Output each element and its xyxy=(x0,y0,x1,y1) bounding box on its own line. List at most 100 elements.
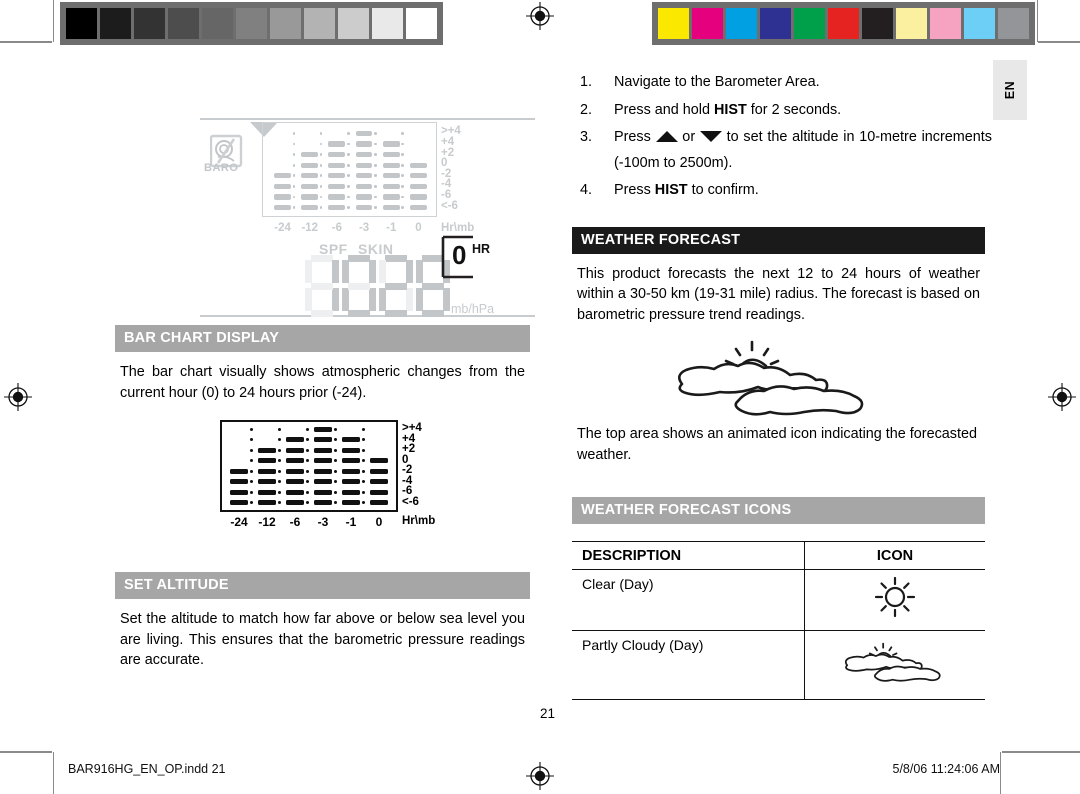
chart-bar-dot xyxy=(305,490,309,494)
color-calibration-strip xyxy=(652,2,1035,45)
chart-bar-segment xyxy=(257,468,277,474)
chart-bar-segment xyxy=(369,479,389,485)
column-header-description: DESCRIPTION xyxy=(572,541,805,571)
chart-bar-dot xyxy=(305,448,309,452)
registration-mark-top xyxy=(526,2,554,30)
lcd-bar-dot xyxy=(401,163,404,167)
lcd-bar-segment xyxy=(355,173,373,179)
lcd-x-label: -3 xyxy=(358,222,370,234)
lcd-x-label: -24 xyxy=(274,222,291,234)
chart-bar-dot xyxy=(277,490,281,494)
lcd-bar-segment xyxy=(355,183,373,190)
chart-bar-segment xyxy=(313,489,333,495)
lcd-bar-segment xyxy=(382,173,400,179)
lcd-bar-segment xyxy=(409,194,427,200)
chart-bar-segment xyxy=(257,458,277,464)
calibration-swatch xyxy=(270,8,301,39)
list-item: 3. Press or to set the altitude in 10-me… xyxy=(572,125,992,176)
chart-bar-segment xyxy=(229,489,249,495)
lcd-bar-segment xyxy=(382,162,400,168)
lcd-bar-dot xyxy=(319,174,323,178)
lcd-bar-segment xyxy=(274,205,291,211)
registration-mark-left xyxy=(4,383,32,411)
grayscale-calibration-strip xyxy=(60,2,443,45)
bar-chart-figure: >+4 +4 +2 0 -2 -4 -6 <-6 -24 -12 -6 -3 -1 0 Hr\mb xyxy=(115,420,530,545)
calibration-swatch xyxy=(236,8,267,39)
footer-timestamp: 5/8/06 11:24:06 AM xyxy=(892,762,1001,776)
chart-bar-dot xyxy=(333,448,337,452)
weather-forecast-heading: WEATHER FORECAST xyxy=(572,226,985,254)
step-text-pre: Press xyxy=(614,129,656,146)
chart-bar-segment xyxy=(229,468,249,474)
chart-bar-segment xyxy=(369,468,389,474)
lcd-bar-segment xyxy=(382,151,400,158)
lcd-bar-segment xyxy=(328,183,346,190)
chart-bar-segment xyxy=(257,489,277,495)
chart-bar-segment xyxy=(285,468,305,474)
chart-bar-segment xyxy=(341,447,361,453)
chart-bar-segment xyxy=(229,479,249,485)
seven-segment-digit xyxy=(305,255,339,317)
lcd-bar-dot xyxy=(346,163,350,167)
bar-chart-display-section: BAR CHART DISPLAY The bar chart visually… xyxy=(115,325,530,403)
lcd-bar-segment xyxy=(382,205,400,211)
row-description: Partly Cloudy (Day) xyxy=(572,630,805,701)
right-column: 1. Navigate to the Barometer Area. 2. Pr… xyxy=(572,70,992,701)
registration-mark-right xyxy=(1048,383,1076,411)
weather-forecast-icons-section: WEATHER FORECAST ICONS DESCRIPTION ICON … xyxy=(572,497,985,701)
arrow-up-icon xyxy=(655,131,678,143)
chart-bar-segment xyxy=(257,500,277,506)
lcd-bar-segment xyxy=(328,162,346,168)
lcd-bar-dot xyxy=(374,174,377,178)
lcd-bar-segment xyxy=(328,151,346,158)
lcd-x-label: -12 xyxy=(301,222,319,234)
chart-x-label: -6 xyxy=(289,515,301,529)
baro-label: BARO xyxy=(204,162,239,174)
lcd-bar-matrix xyxy=(262,122,437,217)
lcd-bar-segment xyxy=(409,205,427,211)
step-text-mid: or xyxy=(677,129,700,146)
lcd-bar-dot xyxy=(374,142,377,146)
lcd-bar-dot xyxy=(401,142,404,146)
lcd-bar-segment xyxy=(328,205,346,211)
step-text: Navigate to the Barometer Area. xyxy=(614,74,820,90)
seven-segment-digit xyxy=(342,255,376,317)
lcd-x-label: -6 xyxy=(331,222,343,234)
lcd-bar-segment xyxy=(355,151,373,158)
sun-behind-clouds-icon xyxy=(844,643,941,683)
chart-bar-dot xyxy=(249,427,253,431)
key-label-hist: HIST xyxy=(714,101,747,118)
chart-bar-dot xyxy=(361,490,365,494)
weather-forecast-section: WEATHER FORECAST This product forecasts … xyxy=(572,226,985,326)
lcd-bar-dot xyxy=(319,153,323,156)
row-icon-cell xyxy=(804,630,985,701)
chart-bar-dot xyxy=(305,469,309,473)
chart-x-label: -3 xyxy=(317,515,329,529)
lcd-bar-segment xyxy=(328,173,346,179)
lcd-display-mockup: BARO >+4 +4 +2 0 -2 -4 -6 <-6 -24 -12 -6 -3 -1 0 Hr\… xyxy=(200,100,535,320)
lcd-bar-dot xyxy=(292,163,296,167)
lcd-bar-segment xyxy=(409,162,427,168)
lcd-bar-segment xyxy=(409,183,427,190)
chart-bar-segment xyxy=(341,458,361,464)
chart-bar-segment xyxy=(313,500,333,506)
lcd-bar-dot xyxy=(401,131,404,135)
step-number: 1. xyxy=(580,74,593,90)
lcd-bar-segment xyxy=(274,173,291,179)
lcd-bar-dot xyxy=(401,185,404,188)
calibration-swatch xyxy=(406,8,437,39)
step-text-pre: Press xyxy=(614,182,655,199)
chart-bar-segment xyxy=(369,489,389,495)
lcd-bar-segment xyxy=(382,194,400,200)
lcd-axis-unit: Hr\mb xyxy=(441,222,475,234)
lcd-bar-dot xyxy=(292,153,296,156)
table-row: Clear (Day) xyxy=(572,569,985,632)
calibration-swatch xyxy=(896,8,927,39)
calibration-swatch xyxy=(760,8,791,39)
lcd-bar-dot xyxy=(346,185,350,188)
lcd-bar-dot xyxy=(346,195,350,199)
seven-segment-digit xyxy=(379,255,413,317)
chart-bar-segment xyxy=(369,500,389,506)
key-label-hist: HIST xyxy=(654,182,688,199)
lcd-bar-segment xyxy=(328,141,346,147)
